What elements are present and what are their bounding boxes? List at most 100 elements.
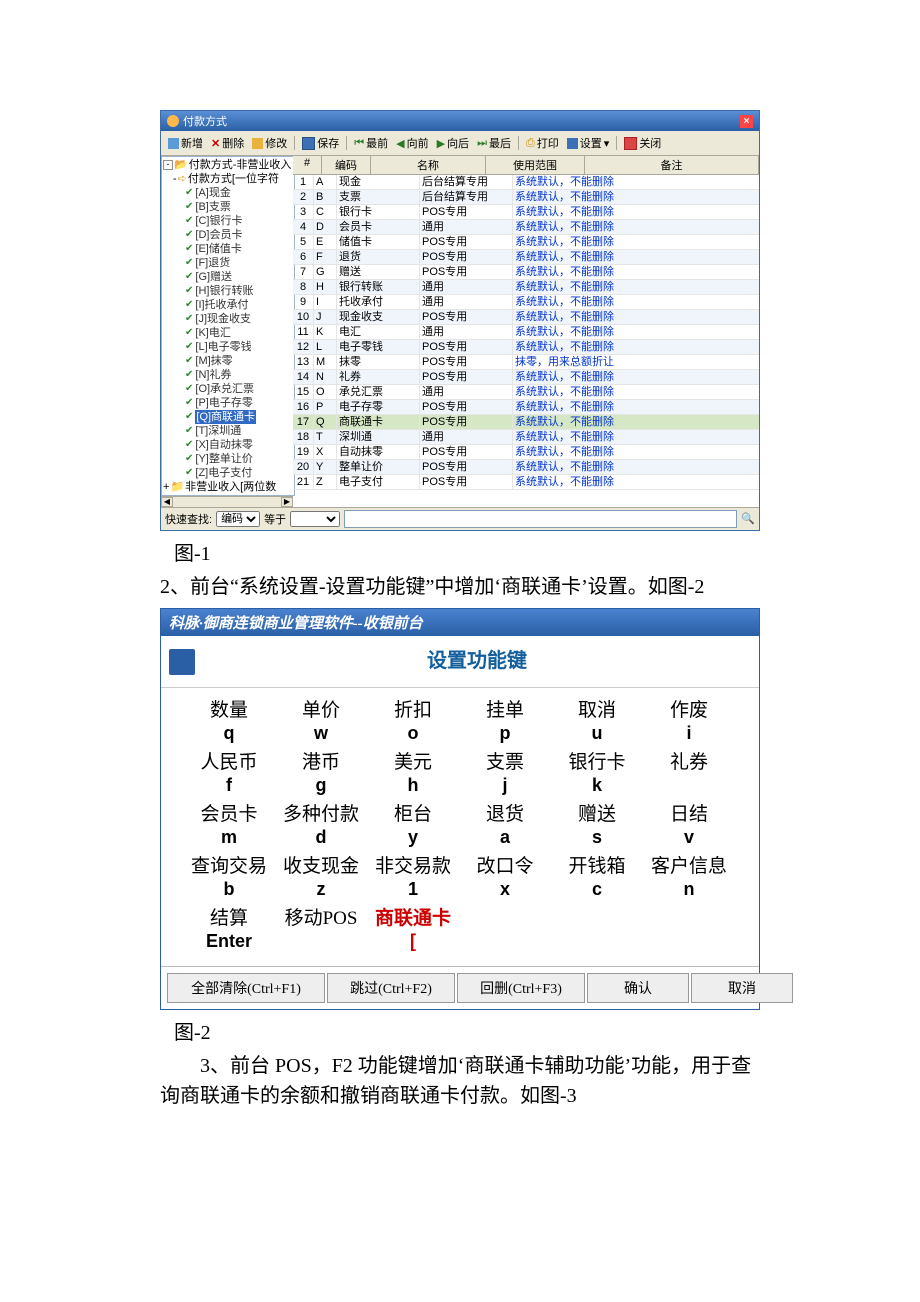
function-key[interactable]: 单价w (275, 700, 367, 744)
function-key[interactable]: 银行卡k (551, 752, 643, 796)
tree-leaf[interactable]: ✔[M]抹零 (163, 354, 293, 368)
save-button[interactable]: 保存 (299, 134, 342, 152)
ok-button[interactable]: 确认 (587, 973, 689, 1003)
function-key[interactable]: 改口令x (459, 856, 551, 900)
tree-leaf[interactable]: ✔[Z]电子支付 (163, 466, 293, 480)
find-input[interactable] (344, 510, 737, 528)
tree-leaf[interactable]: ✔[E]储值卡 (163, 242, 293, 256)
tree-leaf[interactable]: ✔[K]电汇 (163, 326, 293, 340)
find-op-select[interactable] (290, 511, 340, 527)
tree-group[interactable]: -➪付款方式[一位字符 (163, 172, 293, 186)
tree-root2[interactable]: +📁非营业收入[两位数 (163, 480, 293, 494)
table-row[interactable]: 21Z电子支付POS专用系统默认，不能删除 (293, 475, 759, 490)
function-key[interactable]: 挂单p (459, 700, 551, 744)
table-row[interactable]: 13M抹零POS专用抹零，用来总额折让 (293, 355, 759, 370)
table-row[interactable]: 6F退货POS专用系统默认，不能删除 (293, 250, 759, 265)
tree-leaf[interactable]: ✔[H]银行转账 (163, 284, 293, 298)
table-row[interactable]: 9I托收承付通用系统默认，不能删除 (293, 295, 759, 310)
table-row[interactable]: 11K电汇通用系统默认，不能删除 (293, 325, 759, 340)
function-key[interactable]: 查询交易b (183, 856, 275, 900)
close-icon[interactable]: × (740, 115, 753, 128)
first-button[interactable]: ⏮最前 (351, 134, 391, 152)
new-button[interactable]: 新增 (165, 134, 206, 152)
table-row[interactable]: 1A现金后台结算专用系统默认，不能删除 (293, 175, 759, 190)
function-key[interactable]: 收支现金z (275, 856, 367, 900)
undo-button[interactable]: 回删(Ctrl+F3) (457, 973, 585, 1003)
tree-leaf[interactable]: ✔[Y]整单让价 (163, 452, 293, 466)
next-button[interactable]: ▶向后 (434, 134, 472, 152)
table-row[interactable]: 8H银行转账通用系统默认，不能删除 (293, 280, 759, 295)
win2-titlebar[interactable]: 科脉·御商连锁商业管理软件--收银前台 (161, 609, 759, 636)
function-key[interactable]: 数量q (183, 700, 275, 744)
function-key[interactable]: 退货a (459, 804, 551, 848)
tree-leaf[interactable]: ✔[N]礼券 (163, 368, 293, 382)
function-key[interactable]: 多种付款d (275, 804, 367, 848)
tree-leaf[interactable]: ✔[Q]商联通卡 (163, 410, 293, 424)
tree-leaf[interactable]: ✔[P]电子存零 (163, 396, 293, 410)
function-key[interactable]: 移动POS (275, 908, 367, 952)
function-key[interactable]: 日结v (643, 804, 735, 848)
function-key[interactable]: 非交易款1 (367, 856, 459, 900)
function-key[interactable]: 取消u (551, 700, 643, 744)
function-key[interactable]: 作废i (643, 700, 735, 744)
clear-all-button[interactable]: 全部清除(Ctrl+F1) (167, 973, 325, 1003)
function-key[interactable]: 客户信息n (643, 856, 735, 900)
function-key[interactable]: 商联通卡[ (367, 908, 459, 952)
close-button[interactable]: 关闭 (621, 134, 664, 152)
tree-leaf[interactable]: ✔[C]银行卡 (163, 214, 293, 228)
delete-button[interactable]: ✕删除 (208, 134, 247, 152)
tree-leaf[interactable]: ✔[J]现金收支 (163, 312, 293, 326)
table-row[interactable]: 16P电子存零POS专用系统默认，不能删除 (293, 400, 759, 415)
scroll-right-icon[interactable]: ▶ (281, 497, 293, 507)
skip-button[interactable]: 跳过(Ctrl+F2) (327, 973, 455, 1003)
titlebar[interactable]: 付款方式 × (161, 111, 759, 131)
table-row[interactable]: 5E储值卡POS专用系统默认，不能删除 (293, 235, 759, 250)
prev-button[interactable]: ◀向前 (393, 134, 431, 152)
data-grid[interactable]: # 编码 名称 使用范围 备注 1A现金后台结算专用系统默认，不能删除2B支票后… (293, 156, 759, 507)
search-icon[interactable]: 🔍 (741, 512, 755, 526)
table-row[interactable]: 17Q商联通卡POS专用系统默认，不能删除 (293, 415, 759, 430)
function-key[interactable]: 开钱箱c (551, 856, 643, 900)
tree-root[interactable]: -📂付款方式-非营业收入 (163, 158, 293, 172)
function-key[interactable]: 人民币f (183, 752, 275, 796)
edit-button[interactable]: 修改 (249, 134, 290, 152)
function-key[interactable]: 会员卡m (183, 804, 275, 848)
tree-leaf[interactable]: ✔[L]电子零钱 (163, 340, 293, 354)
table-row[interactable]: 3C银行卡POS专用系统默认，不能删除 (293, 205, 759, 220)
tree-leaf[interactable]: ✔[I]托收承付 (163, 298, 293, 312)
table-row[interactable]: 18T深圳通通用系统默认，不能删除 (293, 430, 759, 445)
tree-leaf[interactable]: ✔[B]支票 (163, 200, 293, 214)
tree-leaf[interactable]: ✔[O]承兑汇票 (163, 382, 293, 396)
function-key[interactable]: 支票j (459, 752, 551, 796)
function-key[interactable]: 赠送s (551, 804, 643, 848)
function-key[interactable]: 礼券 (643, 752, 735, 796)
tree-leaf[interactable]: ✔[G]赠送 (163, 270, 293, 284)
last-button[interactable]: ⏭最后 (474, 134, 514, 152)
scroll-left-icon[interactable]: ◀ (161, 497, 173, 507)
table-row[interactable]: 14N礼券POS专用系统默认，不能删除 (293, 370, 759, 385)
tree-leaf[interactable]: ✔[F]退货 (163, 256, 293, 270)
function-key[interactable]: 折扣o (367, 700, 459, 744)
table-row[interactable]: 2B支票后台结算专用系统默认，不能删除 (293, 190, 759, 205)
function-key[interactable]: 结算Enter (183, 908, 275, 952)
table-row[interactable]: 10J现金收支POS专用系统默认，不能删除 (293, 310, 759, 325)
table-row[interactable]: 19X自动抹零POS专用系统默认，不能删除 (293, 445, 759, 460)
print-button[interactable]: ⎙打印 (523, 134, 562, 152)
function-key[interactable]: 港币g (275, 752, 367, 796)
table-row[interactable]: 7G赠送POS专用系统默认，不能删除 (293, 265, 759, 280)
table-row[interactable]: 4D会员卡通用系统默认，不能删除 (293, 220, 759, 235)
tree-leaf[interactable]: ✔[X]自动抹零 (163, 438, 293, 452)
function-key[interactable]: 柜台y (367, 804, 459, 848)
cancel-button[interactable]: 取消 (691, 973, 793, 1003)
function-key[interactable]: 美元h (367, 752, 459, 796)
settings-button[interactable]: 设置 ▾ (564, 134, 613, 152)
table-row[interactable]: 20Y整单让价POS专用系统默认，不能删除 (293, 460, 759, 475)
table-row[interactable]: 15O承兑汇票通用系统默认，不能删除 (293, 385, 759, 400)
tree-leaf[interactable]: ✔[A]现金 (163, 186, 293, 200)
tree-panel[interactable]: -📂付款方式-非营业收入 -➪付款方式[一位字符 ✔[A]现金✔[B]支票✔[C… (161, 156, 295, 496)
tree-leaf[interactable]: ✔[T]深圳通 (163, 424, 293, 438)
find-field-select[interactable]: 编码 (216, 511, 260, 527)
table-row[interactable]: 12L电子零钱POS专用系统默认，不能删除 (293, 340, 759, 355)
tree-scrollbar[interactable]: ◀ ▶ (161, 496, 293, 507)
tree-leaf[interactable]: ✔[D]会员卡 (163, 228, 293, 242)
